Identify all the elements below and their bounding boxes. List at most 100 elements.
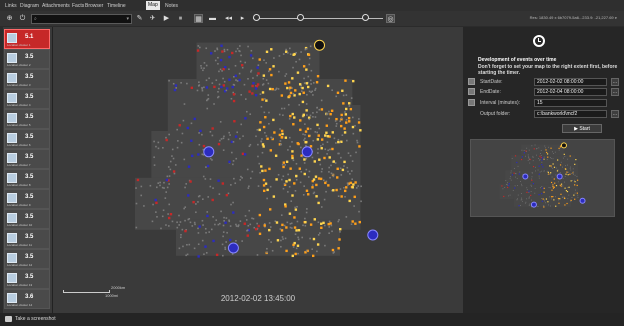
cluster-thumbnail[interactable]: 3.5 Location cluster 3 xyxy=(4,69,50,89)
event-marker xyxy=(359,129,362,132)
cluster-label: Location cluster 2 xyxy=(7,63,31,67)
output-folder-field[interactable]: c:\bankworld\mcf2 xyxy=(534,110,607,118)
time-slider-current-knob[interactable] xyxy=(297,14,304,21)
event-marker xyxy=(306,114,308,116)
cluster-value: 3.5 xyxy=(25,74,34,80)
event-marker xyxy=(226,48,229,51)
camera-icon[interactable] xyxy=(5,316,12,322)
cluster-thumbnail[interactable]: 3.5 Location cluster 10 xyxy=(4,209,50,229)
tab-map[interactable]: Map xyxy=(146,1,160,10)
event-marker xyxy=(294,206,296,209)
event-marker xyxy=(324,134,327,137)
cluster-label: Location cluster 10 xyxy=(7,223,33,227)
event-marker xyxy=(340,156,342,159)
event-marker xyxy=(302,193,305,196)
end-date-picker-button[interactable]: ... xyxy=(611,88,619,96)
event-marker xyxy=(298,83,302,86)
start-date-picker-button[interactable]: ... xyxy=(611,78,619,86)
cluster-thumbnail[interactable]: 3.5 Location cluster 4 xyxy=(4,89,50,109)
forward-icon[interactable]: ▸ xyxy=(238,14,247,23)
event-marker xyxy=(317,134,320,137)
event-marker xyxy=(567,198,569,200)
tab-attachments[interactable]: Attachments xyxy=(40,2,72,10)
event-marker xyxy=(304,217,306,220)
event-marker xyxy=(251,84,254,88)
cluster-thumbnail[interactable]: 3.5 Location cluster 11 xyxy=(4,229,50,249)
event-marker xyxy=(295,178,298,181)
event-marker xyxy=(301,100,305,104)
event-marker xyxy=(557,169,559,171)
event-marker xyxy=(331,89,333,92)
start-button[interactable]: ▶ Start xyxy=(562,124,602,133)
tab-timeline[interactable]: Timeline xyxy=(105,2,128,10)
event-marker xyxy=(577,179,579,181)
plus-circle-icon[interactable]: ⊕ xyxy=(5,14,14,23)
event-marker xyxy=(248,90,251,93)
map-canvas[interactable]: 2000km 1000mi 2012-02-02 13:45:00 xyxy=(53,27,463,313)
search-input[interactable]: ⌕ ▾ xyxy=(31,14,132,24)
play-icon[interactable]: ▶ xyxy=(162,14,171,23)
chevron-down-icon[interactable]: ▾ xyxy=(126,15,129,23)
settings-icon[interactable]: ◎ xyxy=(386,14,395,23)
event-marker xyxy=(232,201,234,204)
cluster-thumbnail[interactable]: 3.5 Location cluster 2 xyxy=(4,49,50,69)
event-marker xyxy=(336,91,340,94)
event-marker xyxy=(508,183,510,185)
power-icon[interactable]: ⏻ xyxy=(18,14,27,23)
event-marker xyxy=(520,199,522,201)
panel-description: Don't forget to set your map to the righ… xyxy=(478,64,618,76)
tab-notes[interactable]: Notes xyxy=(163,2,180,10)
event-marker xyxy=(180,234,182,236)
event-marker xyxy=(219,139,221,142)
cluster-thumbnail[interactable]: 3.5 Location cluster 9 xyxy=(4,189,50,209)
event-marker xyxy=(352,183,355,186)
output-folder-browse-button[interactable]: ... xyxy=(611,110,619,118)
calendar-icon xyxy=(468,78,475,85)
map-layers-icon[interactable]: ▦ xyxy=(194,14,203,23)
rewind-icon[interactable]: ◂◂ xyxy=(224,14,233,23)
cluster-thumbnail[interactable]: 3.5 Location cluster 7 xyxy=(4,149,50,169)
event-marker xyxy=(548,173,550,175)
event-marker xyxy=(168,175,171,177)
brush-icon[interactable]: ✎ xyxy=(135,14,144,23)
event-marker xyxy=(288,118,291,120)
cluster-thumbnail[interactable]: 5.1 Location cluster 1 xyxy=(4,29,50,49)
tab-diagram[interactable]: Diagram xyxy=(18,2,41,10)
event-marker xyxy=(540,187,541,189)
cluster-thumbnail[interactable]: 3.5 Location cluster 5 xyxy=(4,109,50,129)
cluster-thumbnail[interactable]: 3.5 Location cluster 13 xyxy=(4,269,50,289)
event-marker xyxy=(325,124,329,127)
time-slider-start-knob[interactable] xyxy=(253,14,260,21)
event-marker xyxy=(521,185,523,187)
event-marker xyxy=(288,212,292,215)
event-marker xyxy=(551,176,553,178)
screenshot-label[interactable]: Take a screenshot xyxy=(15,316,56,322)
event-marker xyxy=(205,47,208,50)
end-date-field[interactable]: 2012-02-04 08:00:00 xyxy=(534,88,607,96)
event-marker xyxy=(171,220,174,223)
interval-field[interactable]: 15 xyxy=(534,99,607,107)
event-marker xyxy=(317,152,319,154)
event-marker xyxy=(270,48,273,51)
cluster-thumbnail[interactable]: 3.6 Location cluster 14 xyxy=(4,289,50,309)
pin-icon[interactable]: ✈ xyxy=(148,14,157,23)
cluster-thumbnail[interactable]: 3.5 Location cluster 6 xyxy=(4,129,50,149)
event-marker xyxy=(308,170,311,173)
map-toolbar: ⊕ ⏻ ⌕ ▾ ✎ ✈ ▶ ⏸ ▦ ▬ ◂◂ ▸ ◎ Res: 1830.49 … xyxy=(0,11,624,26)
tab-links[interactable]: Links xyxy=(3,2,19,10)
event-marker xyxy=(207,196,210,198)
cluster-thumbnail[interactable]: 3.5 Location cluster 12 xyxy=(4,249,50,269)
folder-icon[interactable]: ▬ xyxy=(208,14,217,23)
pause-icon[interactable]: ⏸ xyxy=(176,14,185,23)
event-marker xyxy=(319,163,322,166)
start-date-field[interactable]: 2012-02-02 08:00:00 xyxy=(534,78,607,86)
cluster-thumbnail[interactable]: 3.5 Location cluster 8 xyxy=(4,169,50,189)
event-marker xyxy=(555,174,557,176)
event-marker xyxy=(328,110,330,113)
tab-browser[interactable]: Browser xyxy=(83,2,105,10)
event-marker xyxy=(565,173,567,175)
event-marker xyxy=(301,155,304,158)
time-slider-end-knob[interactable] xyxy=(362,14,369,21)
event-marker xyxy=(539,171,541,173)
event-marker xyxy=(312,139,315,142)
